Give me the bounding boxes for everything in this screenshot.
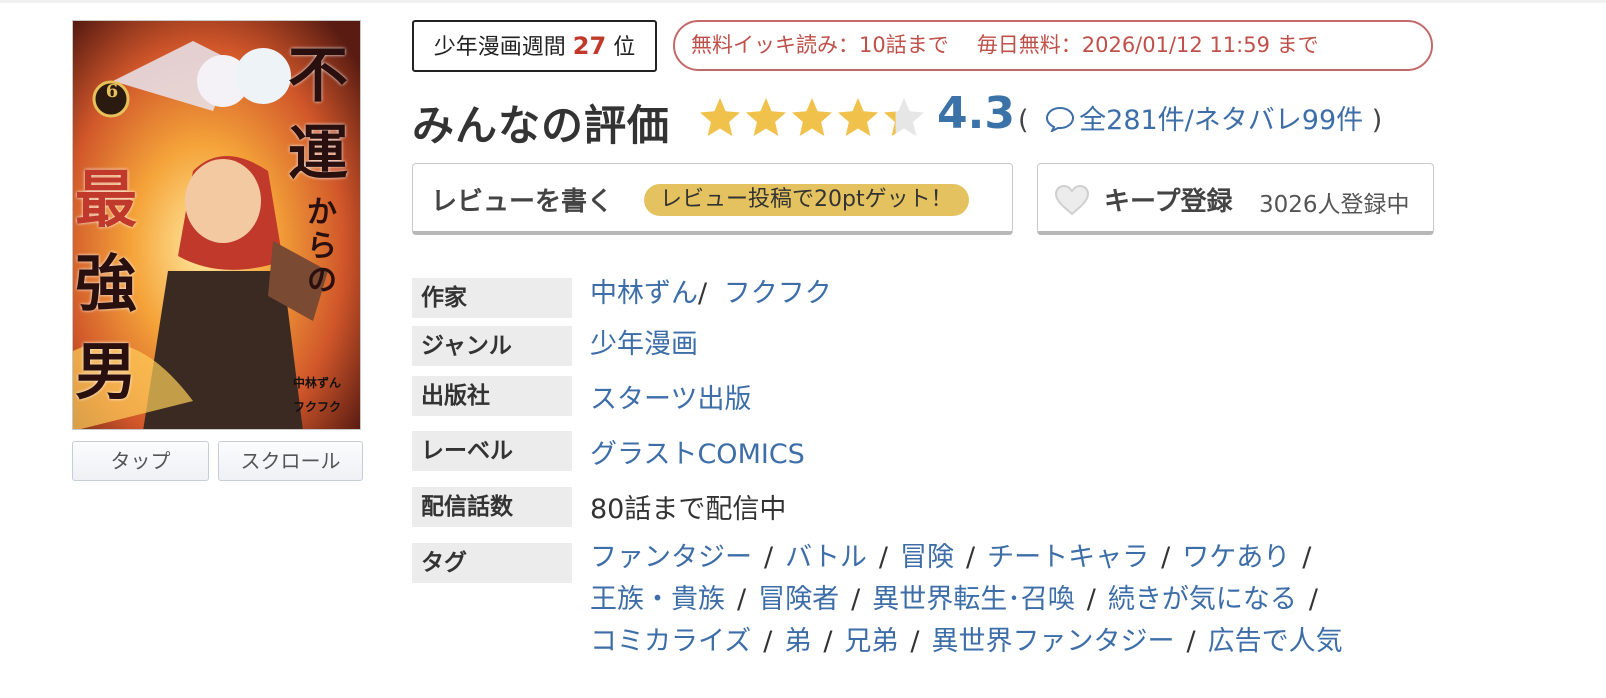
tag-separator: / <box>763 626 773 657</box>
tag-link[interactable]: 弟 <box>784 626 811 657</box>
cover-title-char: 強 <box>75 247 138 320</box>
tag-link[interactable]: コミカライズ <box>590 626 751 657</box>
tags-line: 王族・貴族 / 冒険者 / 異世界転生･召喚 / 続きが気になる / <box>590 577 1330 616</box>
tag-link[interactable]: 兄弟 <box>844 626 898 657</box>
review-count-link[interactable]: 全281件/ネタバレ99件 <box>1079 105 1363 136</box>
tag-separator: / <box>1308 584 1318 615</box>
daily-free-text: 毎日無料：2026/01/12 11:59 まで <box>976 33 1319 57</box>
star-icon <box>700 98 740 136</box>
genre-label: ジャンル <box>412 326 572 366</box>
cover-credit-name: フクフク <box>293 400 342 414</box>
tag-link[interactable]: 広告で人気 <box>1208 626 1343 657</box>
tag-link[interactable]: バトル <box>785 542 867 573</box>
genre-value: 少年漫画 <box>590 322 698 361</box>
cover-title-char: 男 <box>75 335 138 408</box>
star-icon <box>792 98 832 136</box>
tag-link[interactable]: 王族・貴族 <box>590 584 725 615</box>
author-link[interactable]: フクフク <box>724 278 832 309</box>
rating-title: みんなの評価 <box>412 101 671 150</box>
tag-separator: / <box>823 626 833 657</box>
weekly-rank-badge[interactable]: 少年漫画週間 27 位 <box>412 20 657 72</box>
tag-separator: / <box>1161 542 1171 573</box>
tag-link[interactable]: チートキャラ <box>987 542 1149 573</box>
review-points-badge: レビュー投稿で20ptゲット！ <box>644 184 969 216</box>
scroll-view-button[interactable]: スクロール <box>218 441 363 481</box>
review-count-group: ( 全281件/ネタバレ99件 ) <box>1018 98 1382 137</box>
tag-link[interactable]: 冒険者 <box>758 584 839 615</box>
write-review-label: レビューを書く <box>431 187 614 217</box>
imprint-label: レーベル <box>412 431 572 471</box>
publisher-value: スターツ出版 <box>590 377 751 416</box>
tag-link[interactable]: 冒険 <box>900 542 954 573</box>
tap-view-button[interactable]: タップ <box>72 441 209 481</box>
cover-title-char: 最 <box>75 163 138 236</box>
tags-line: ファンタジー / バトル / 冒険 / チートキャラ / ワケあり / <box>590 535 1323 574</box>
tag-link[interactable]: 異世界ファンタジー <box>932 626 1175 657</box>
free-ikki-text: 無料イッキ読み：10話まで <box>691 33 949 57</box>
tag-link[interactable]: 異世界転生･召喚 <box>872 584 1075 615</box>
publisher-label: 出版社 <box>412 376 572 416</box>
keep-count: 3026人登録中 <box>1259 192 1410 218</box>
tag-separator: / <box>1302 542 1312 573</box>
tag-separator: / <box>910 626 920 657</box>
author-label: 作家 <box>412 278 572 318</box>
top-border <box>0 0 1606 3</box>
author-link[interactable]: 中林ずん <box>590 278 698 309</box>
tag-separator: / <box>1186 626 1196 657</box>
tag-separator: / <box>878 542 889 573</box>
tags-label: タグ <box>412 543 572 583</box>
tags-line: コミカライズ / 弟 / 兄弟 / 異世界ファンタジー / 広告で人気 <box>590 619 1343 658</box>
genre-link[interactable]: 少年漫画 <box>590 329 698 360</box>
heart-icon <box>1054 184 1090 216</box>
paren-close: ) <box>1371 105 1383 136</box>
tag-separator: / <box>1086 584 1096 615</box>
author-value: 中林ずん/ フクフク <box>590 271 832 310</box>
tag-link[interactable]: ワケあり <box>1182 542 1290 573</box>
author-separator: / <box>698 278 708 309</box>
rank-prefix: 少年漫画週間 <box>433 35 566 60</box>
tag-link[interactable]: 続きが気になる <box>1108 584 1297 615</box>
episodes-label: 配信話数 <box>412 487 572 527</box>
rank-suffix: 位 <box>613 35 636 60</box>
keep-label: キープ登録 <box>1104 187 1233 217</box>
cover-title-char: 運 <box>288 119 348 189</box>
episodes-value: 80話まで配信中 <box>590 494 787 525</box>
cover-title-char: 不 <box>288 41 348 111</box>
cover-credit: 中林ずん フクフク <box>293 371 341 419</box>
imprint-link[interactable]: グラストCOMICS <box>590 439 805 470</box>
cover-title-char: の <box>307 263 337 298</box>
rank-number: 27 <box>572 32 607 60</box>
write-review-button[interactable]: レビューを書く レビュー投稿で20ptゲット！ <box>412 163 1013 235</box>
cover-title: 不 運 か ら の 最 強 男 <box>73 21 360 429</box>
cover-credit-name: 中林ずん <box>293 376 342 390</box>
speech-bubble-icon <box>1046 106 1075 132</box>
star-icon <box>746 98 786 136</box>
publisher-link[interactable]: スターツ出版 <box>590 384 751 415</box>
tag-separator: / <box>851 584 861 615</box>
tag-separator: / <box>737 584 747 615</box>
keep-button[interactable]: キープ登録 3026人登録中 <box>1037 163 1434 235</box>
rating-score: 4.3 <box>937 88 1015 139</box>
rating-stars <box>700 98 924 136</box>
star-icon <box>884 98 924 136</box>
tag-separator: / <box>966 542 976 573</box>
free-reading-badge: 無料イッキ読み：10話まで 毎日無料：2026/01/12 11:59 まで <box>673 20 1433 71</box>
tag-link[interactable]: ファンタジー <box>590 542 752 573</box>
cover-image[interactable]: 6 不 運 か ら の 最 強 男 中林ずん フクフク <box>72 20 361 430</box>
star-icon <box>838 98 878 136</box>
tag-separator: / <box>764 542 774 573</box>
paren-open: ( <box>1018 105 1029 136</box>
imprint-value: グラストCOMICS <box>590 432 805 471</box>
